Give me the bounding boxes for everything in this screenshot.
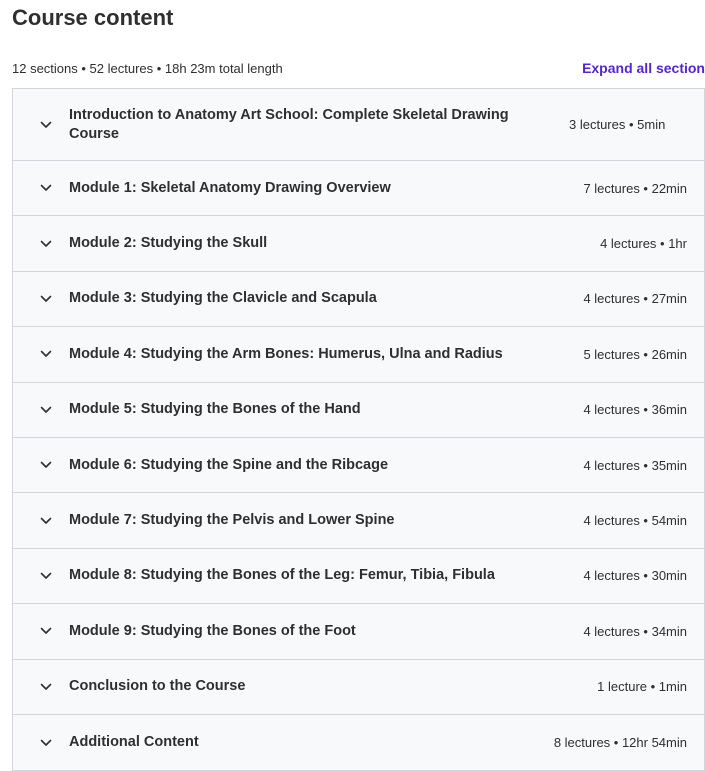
section-title: Module 1: Skeletal Anatomy Drawing Overv… — [69, 179, 391, 196]
section-row[interactable]: Module 2: Studying the Skull 4 lectures … — [13, 216, 704, 272]
chevron-down-icon — [39, 680, 53, 694]
section-lecture-info: 4 lectures • 1hr — [600, 236, 687, 252]
section-row[interactable]: Module 8: Studying the Bones of the Leg:… — [13, 548, 704, 605]
chevron-down-icon — [39, 569, 53, 583]
section-row[interactable]: Module 4: Studying the Arm Bones: Humeru… — [13, 327, 704, 383]
section-title: Additional Content — [69, 734, 199, 751]
section-row[interactable]: Additional Content 8 lectures • 12hr 54m… — [13, 714, 704, 771]
chevron-down-icon — [39, 458, 53, 472]
section-title: Module 7: Studying the Pelvis and Lower … — [69, 512, 395, 529]
section-lecture-info: 3 lectures • 5min — [569, 117, 666, 132]
chevron-down-icon — [39, 292, 53, 306]
section-lecture-info: 8 lectures • 12hr 54min — [553, 735, 687, 751]
section-lecture-info: 4 lectures • 54min — [583, 513, 687, 529]
section-lecture-info: 4 lectures • 27min — [583, 291, 687, 307]
section-row[interactable]: Module 5: Studying the Bones of the Hand… — [13, 382, 704, 438]
section-lecture-info: 4 lectures • 35min — [583, 457, 687, 473]
expand-all-sections-button[interactable]: Expand all section — [582, 60, 705, 76]
course-meta-row: 12 sections • 52 lectures • 18h 23m tota… — [12, 58, 705, 78]
section-lecture-info: 4 lectures • 36min — [583, 402, 687, 418]
section-title: Module 9: Studying the Bones of the Foot — [69, 622, 356, 639]
section-title: Introduction to Anatomy Art School: Comp… — [69, 106, 509, 142]
chevron-down-icon — [39, 118, 53, 132]
section-lecture-info: 4 lectures • 30min — [583, 568, 687, 584]
chevron-down-icon — [39, 403, 53, 417]
section-row[interactable]: Conclusion to the Course 1 lecture • 1mi… — [13, 659, 704, 715]
page-title: Course content — [12, 5, 174, 30]
section-lecture-info: 5 lectures • 26min — [583, 346, 687, 362]
section-lecture-info: 4 lectures • 34min — [583, 623, 687, 639]
section-row[interactable]: Module 6: Studying the Spine and the Rib… — [13, 437, 704, 494]
section-title: Module 2: Studying the Skull — [69, 235, 268, 252]
section-title: Module 8: Studying the Bones of the Leg:… — [69, 567, 495, 584]
section-row[interactable]: Introduction to Anatomy Art School: Comp… — [13, 89, 704, 161]
section-lecture-info: 1 lecture • 1min — [597, 679, 687, 695]
course-sections-list: Introduction to Anatomy Art School: Comp… — [12, 88, 705, 771]
section-row[interactable]: Module 3: Studying the Clavicle and Scap… — [13, 271, 704, 328]
section-title: Module 5: Studying the Bones of the Hand — [69, 401, 361, 418]
section-title: Conclusion to the Course — [69, 678, 246, 695]
section-row[interactable]: Module 1: Skeletal Anatomy Drawing Overv… — [13, 161, 704, 217]
course-summary: 12 sections • 52 lectures • 18h 23m tota… — [12, 60, 283, 76]
section-title: Module 4: Studying the Arm Bones: Humeru… — [69, 345, 503, 362]
chevron-down-icon — [39, 736, 53, 750]
section-title: Module 6: Studying the Spine and the Rib… — [69, 456, 389, 473]
section-title: Module 3: Studying the Clavicle and Scap… — [69, 290, 377, 307]
section-lecture-info: 7 lectures • 22min — [583, 180, 687, 196]
chevron-down-icon — [39, 624, 53, 638]
chevron-down-icon — [39, 237, 53, 251]
section-row[interactable]: Module 7: Studying the Pelvis and Lower … — [13, 493, 704, 549]
chevron-down-icon — [39, 181, 53, 195]
section-row[interactable]: Module 9: Studying the Bones of the Foot… — [13, 604, 704, 660]
chevron-down-icon — [39, 514, 53, 528]
chevron-down-icon — [39, 347, 53, 361]
